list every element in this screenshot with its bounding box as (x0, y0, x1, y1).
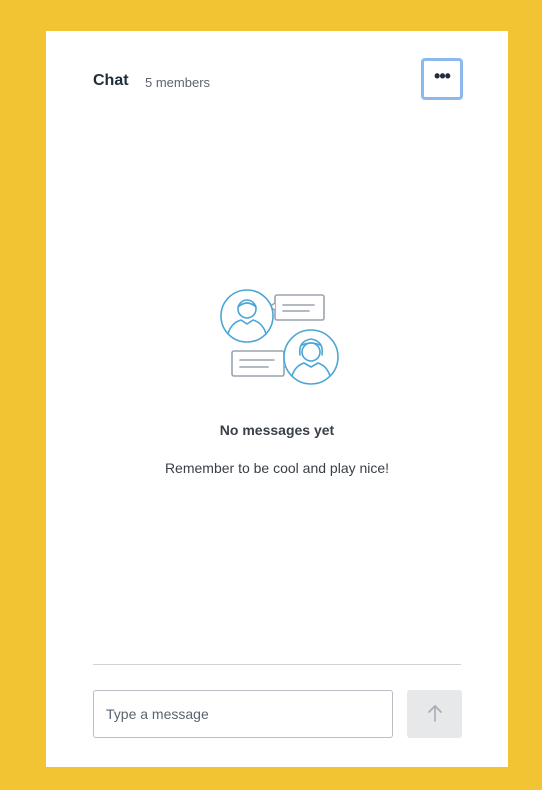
message-input[interactable] (93, 690, 393, 738)
send-button[interactable] (407, 690, 462, 738)
member-count: 5 members (145, 75, 211, 90)
frame-pointer-arrow (0, 360, 22, 388)
chat-people-icon (214, 283, 342, 387)
more-horizontal-icon: ••• (434, 66, 451, 86)
chat-title: Chat (93, 72, 129, 89)
more-options-button[interactable]: ••• (421, 58, 463, 100)
arrow-up-icon (427, 703, 443, 726)
empty-state-subtitle: Remember to be cool and play nice! (164, 460, 390, 476)
chat-panel: Chat 5 members ••• No messages yet Remem… (46, 31, 508, 767)
empty-state-title: No messages yet (219, 422, 335, 438)
composer-divider (93, 664, 461, 665)
